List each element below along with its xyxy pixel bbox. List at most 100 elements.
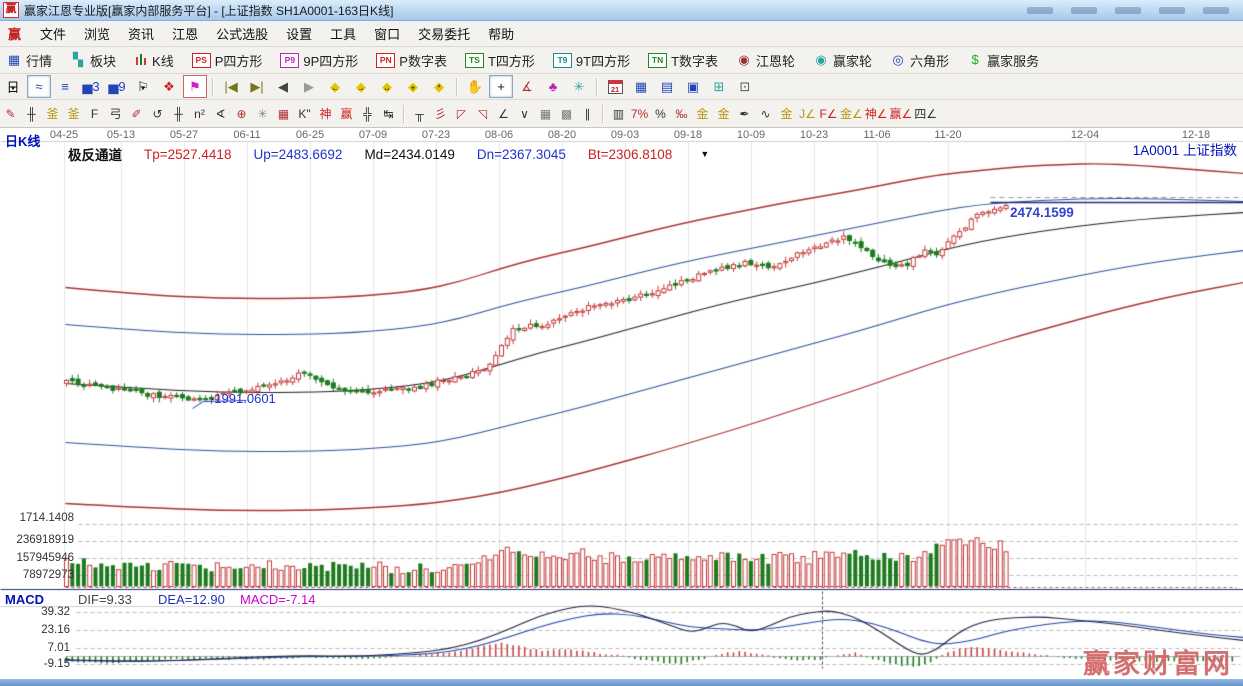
- gold-angle-icon[interactable]: 金∠: [839, 103, 864, 125]
- pen-chart-icon[interactable]: ✐: [126, 103, 147, 125]
- next-bar-icon[interactable]: ▶: [297, 75, 321, 98]
- fan-box-icon[interactable]: ◸: [451, 103, 472, 125]
- ruler-123-icon[interactable]: ╬: [357, 103, 378, 125]
- trend-wave-icon[interactable]: ≈: [27, 75, 51, 98]
- star-rays-icon[interactable]: ✳: [252, 103, 273, 125]
- diamond-cross-icon[interactable]: ◆+: [401, 75, 425, 98]
- titlebar-shortcut[interactable]: [1071, 7, 1097, 14]
- titlebar-shortcut[interactable]: [1203, 7, 1229, 14]
- angle-line-icon[interactable]: ∢: [210, 103, 231, 125]
- dense-grid2-icon[interactable]: ▩: [556, 103, 577, 125]
- shen-tool-icon[interactable]: 神: [315, 103, 336, 125]
- pattern-tool-icon[interactable]: ❖: [157, 75, 181, 98]
- compass-icon[interactable]: ⊕: [231, 103, 252, 125]
- n-squared-icon[interactable]: n²: [189, 103, 210, 125]
- t9-square-button[interactable]: T99T四方形: [547, 49, 636, 72]
- crosshair-icon[interactable]: +: [489, 75, 513, 98]
- four-angle-icon[interactable]: 四∠: [913, 103, 938, 125]
- pan-hand-icon[interactable]: ✋: [463, 75, 487, 98]
- menu-设置[interactable]: 设置: [277, 24, 321, 45]
- calendar-icon[interactable]: 21: [603, 75, 627, 98]
- t-table-button[interactable]: TNT数字表: [642, 49, 724, 72]
- kline-button[interactable]: K线: [128, 49, 180, 72]
- gold-circle-icon[interactable]: 金: [692, 103, 713, 125]
- hexagon-button[interactable]: ◎六角形: [884, 49, 955, 72]
- period-day-button[interactable]: 日▾: [1, 75, 25, 98]
- diamond-left-icon[interactable]: ◆←: [323, 75, 347, 98]
- time-ruler2-icon[interactable]: ╫: [168, 103, 189, 125]
- gold-gauge-icon[interactable]: 釜: [42, 103, 63, 125]
- f-gauge-icon[interactable]: F: [84, 103, 105, 125]
- zigzag-icon[interactable]: ∨: [514, 103, 535, 125]
- titlebar-shortcut[interactable]: [1027, 7, 1053, 14]
- menu-江恩[interactable]: 江恩: [163, 24, 207, 45]
- diamond-star-icon[interactable]: ◆*: [427, 75, 451, 98]
- shen-angle-icon[interactable]: 神∠: [864, 103, 889, 125]
- last-bar-icon[interactable]: ▶|: [245, 75, 269, 98]
- gann-shape-icon[interactable]: ♣: [541, 75, 565, 98]
- notes-icon[interactable]: ▤: [655, 75, 679, 98]
- percent-line-icon[interactable]: ‰: [671, 103, 692, 125]
- percent-icon[interactable]: %: [650, 103, 671, 125]
- bars-9-icon[interactable]: ▅9: [105, 75, 129, 98]
- bars-3-icon[interactable]: ▅3: [79, 75, 103, 98]
- quotes-button[interactable]: ▦行情: [0, 49, 58, 72]
- win-tool-icon[interactable]: 赢: [336, 103, 357, 125]
- scale-list-icon[interactable]: ▥: [608, 103, 629, 125]
- fan-box2-icon[interactable]: ◹: [472, 103, 493, 125]
- diamond-expand-icon[interactable]: ◆↔: [375, 75, 399, 98]
- cycle-shape-icon[interactable]: ✳: [567, 75, 591, 98]
- parallel-lines-icon[interactable]: ∥: [577, 103, 598, 125]
- color-flag-icon[interactable]: ⚑: [183, 75, 207, 98]
- first-bar-icon[interactable]: |◀: [219, 75, 243, 98]
- percent-strike-icon[interactable]: 7%: [629, 103, 650, 125]
- menu-公式选股[interactable]: 公式选股: [207, 24, 277, 45]
- gold-underline-icon[interactable]: 金: [776, 103, 797, 125]
- ink-pen-icon[interactable]: ✒: [734, 103, 755, 125]
- calculator-icon[interactable]: ▦: [629, 75, 653, 98]
- draw-pen-icon[interactable]: ✎: [0, 103, 21, 125]
- wave-tool-icon[interactable]: ∿: [755, 103, 776, 125]
- sectors-button[interactable]: ▚板块: [64, 49, 122, 72]
- diamond-right-icon[interactable]: ◆→: [349, 75, 373, 98]
- menu-浏览[interactable]: 浏览: [75, 24, 119, 45]
- dense-grid-icon[interactable]: ▦: [535, 103, 556, 125]
- channel-dropdown-arrow[interactable]: ▼: [700, 149, 709, 159]
- spiral-icon[interactable]: 弓: [105, 103, 126, 125]
- gann-wheel-button[interactable]: ◉江恩轮: [730, 49, 801, 72]
- flag-menu-icon[interactable]: ⚐▾: [131, 75, 155, 98]
- prev-bar-icon[interactable]: ◀: [271, 75, 295, 98]
- red-grid-icon[interactable]: ▦: [273, 103, 294, 125]
- t-square-button[interactable]: TST四方形: [459, 49, 541, 72]
- time-ruler-icon[interactable]: ╫: [21, 103, 42, 125]
- gold-line-icon[interactable]: 金: [713, 103, 734, 125]
- j-angle-icon[interactable]: J∠: [797, 103, 818, 125]
- trend-angle-icon[interactable]: ∠: [493, 103, 514, 125]
- menu-交易委托[interactable]: 交易委托: [409, 24, 479, 45]
- gold-gauge2-icon[interactable]: 釜: [63, 103, 84, 125]
- p9-square-button[interactable]: P99P四方形: [274, 49, 364, 72]
- menu-帮助[interactable]: 帮助: [479, 24, 523, 45]
- cycle-ruler-icon[interactable]: ↺: [147, 103, 168, 125]
- menu-窗口[interactable]: 窗口: [365, 24, 409, 45]
- p-square-button[interactable]: PSP四方形: [186, 49, 269, 72]
- win-angle-icon[interactable]: 赢∠: [889, 103, 914, 125]
- web-report-icon[interactable]: ⊞: [707, 75, 731, 98]
- ray-fan-icon[interactable]: 彡: [430, 103, 451, 125]
- send-order-icon[interactable]: ⊡: [733, 75, 757, 98]
- axis-grid-icon[interactable]: ╥: [409, 103, 430, 125]
- menu-文件[interactable]: 文件: [31, 24, 75, 45]
- angle-measure-icon[interactable]: ∡: [515, 75, 539, 98]
- titlebar-shortcut[interactable]: [1159, 7, 1185, 14]
- p-table-button[interactable]: PNP数字表: [370, 49, 453, 72]
- menu-资讯[interactable]: 资讯: [119, 24, 163, 45]
- menu-工具[interactable]: 工具: [321, 24, 365, 45]
- save-icon[interactable]: ▣: [681, 75, 705, 98]
- width-measure-icon[interactable]: ↹: [378, 103, 399, 125]
- f-angle-icon[interactable]: F∠: [818, 103, 839, 125]
- info-panel-icon[interactable]: ≡: [53, 75, 77, 98]
- winner-wheel-button[interactable]: ◉赢家轮: [807, 49, 878, 72]
- titlebar-shortcut[interactable]: [1115, 7, 1141, 14]
- k-mark-icon[interactable]: K": [294, 103, 315, 125]
- winner-service-button[interactable]: $赢家服务: [961, 49, 1045, 72]
